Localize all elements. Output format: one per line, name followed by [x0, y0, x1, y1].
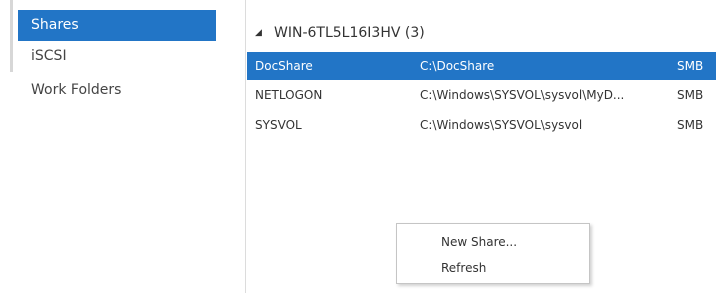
server-group-label: WIN-6TL5L16I3HV (3) [274, 25, 425, 41]
share-protocol: SMB [677, 59, 704, 73]
share-name: NETLOGON [255, 88, 323, 102]
share-name: SYSVOL [255, 118, 302, 132]
share-path: C:\DocShare [420, 59, 495, 73]
menu-item-refresh[interactable]: Refresh [397, 256, 589, 280]
share-name: DocShare [255, 59, 313, 73]
menu-item-new-share[interactable]: New Share... [397, 230, 589, 254]
nav-item-shares[interactable]: Shares [18, 10, 216, 41]
share-path: C:\Windows\SYSVOL\sysvol\MyD... [420, 88, 625, 102]
navigation-pane: Shares iSCSI Work Folders [0, 0, 216, 293]
share-path: C:\Windows\SYSVOL\sysvol [420, 118, 583, 132]
share-row-sysvol[interactable]: SYSVOL C:\Windows\SYSVOL\sysvol SMB [247, 111, 716, 139]
share-row-netlogon[interactable]: NETLOGON C:\Windows\SYSVOL\sysvol\MyD...… [247, 81, 716, 109]
nav-item-work-folders[interactable]: Work Folders [18, 75, 216, 106]
share-protocol: SMB [677, 118, 704, 132]
context-menu: New Share... Refresh [396, 223, 590, 284]
share-row-docshare[interactable]: DocShare C:\DocShare SMB [247, 52, 716, 80]
collapse-triangle-icon[interactable]: ◢ [252, 20, 274, 46]
share-protocol: SMB [677, 88, 704, 102]
nav-item-iscsi[interactable]: iSCSI [18, 41, 216, 72]
pane-separator [245, 0, 246, 293]
nav-scroll-indicator [10, 0, 13, 72]
server-group-header[interactable]: ◢ WIN-6TL5L16I3HV (3) [252, 20, 716, 46]
